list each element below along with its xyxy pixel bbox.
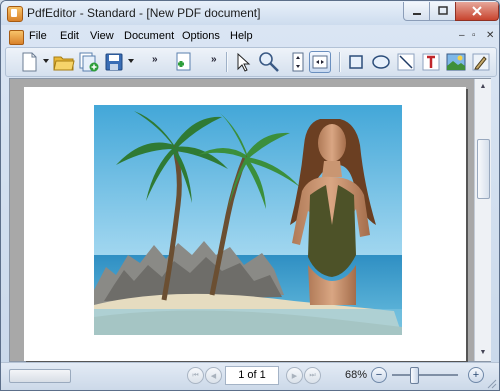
menu-document[interactable]: Document	[124, 30, 174, 42]
app-window: PdfEditor - Standard - [New PDF document…	[0, 0, 500, 391]
menu-options[interactable]: Options	[182, 30, 220, 42]
toolbar-overflow-chevron-1[interactable]: »	[152, 54, 158, 65]
maximize-button[interactable]	[429, 2, 457, 21]
resize-grip-icon[interactable]	[487, 379, 497, 389]
maximize-icon	[438, 6, 448, 15]
zoom-in-button[interactable]: +	[468, 367, 484, 383]
pdf-page[interactable]	[24, 87, 466, 361]
title-bar[interactable]: PdfEditor - Standard - [New PDF document…	[1, 1, 499, 25]
menu-help[interactable]: Help	[230, 30, 253, 42]
window-title: PdfEditor - Standard - [New PDF document…	[27, 6, 261, 20]
new-document-button[interactable]	[18, 51, 40, 73]
rectangle-icon	[349, 55, 363, 69]
fit-height-icon	[292, 52, 304, 72]
new-document-icon	[22, 52, 37, 72]
new-document-dropdown-arrow[interactable]	[43, 59, 49, 63]
minimize-icon	[413, 13, 421, 15]
progress-bar	[9, 369, 71, 383]
toolbar: » »	[5, 47, 497, 77]
scrollbar-thumb[interactable]	[477, 139, 490, 199]
close-button[interactable]	[455, 2, 499, 21]
save-button[interactable]	[103, 51, 125, 73]
document-image[interactable]	[94, 105, 402, 335]
document-area[interactable]: ▲ ▼	[9, 78, 491, 362]
mdi-restore-button[interactable]: ▫	[472, 30, 476, 41]
add-pages-icon	[79, 52, 99, 72]
insert-page-icon	[176, 52, 191, 71]
toolbar-separator-2	[339, 52, 341, 72]
pen-tool-button[interactable]	[470, 51, 492, 73]
menu-edit[interactable]: Edit	[60, 30, 79, 42]
menu-bar: File Edit View Document Options Help ‒ ▫…	[5, 28, 495, 46]
open-button[interactable]	[53, 51, 75, 73]
mdi-close-button[interactable]: ✕	[486, 30, 494, 41]
document-menu-icon[interactable]	[9, 30, 24, 45]
select-tool-button[interactable]	[232, 51, 254, 73]
zoom-level: 68%	[345, 369, 368, 381]
zoom-slider-thumb[interactable]	[410, 367, 420, 384]
last-page-button[interactable]: ⏭	[304, 367, 321, 384]
page-number-field[interactable]: 1 of 1	[225, 366, 279, 385]
fit-width-button[interactable]	[309, 51, 331, 73]
line-icon	[397, 53, 415, 71]
app-icon	[7, 6, 23, 22]
arrow-cursor-icon	[237, 52, 251, 72]
previous-page-button[interactable]: ◀	[205, 367, 222, 384]
pen-icon	[472, 53, 490, 71]
status-bar: ⏮ ◀ 1 of 1 ▶ ⏭ 68% − +	[1, 362, 499, 390]
next-page-button[interactable]: ▶	[286, 367, 303, 384]
save-icon	[105, 53, 123, 71]
folder-icon	[53, 56, 75, 71]
text-tool-button[interactable]	[420, 51, 442, 73]
close-icon	[472, 6, 482, 16]
zoom-slider[interactable]	[392, 374, 458, 376]
first-page-button[interactable]: ⏮	[187, 367, 204, 384]
add-pages-button[interactable]	[78, 51, 100, 73]
image-tool-button[interactable]	[445, 51, 467, 73]
image-icon	[446, 53, 466, 71]
minimize-button[interactable]	[403, 2, 431, 21]
save-dropdown-arrow[interactable]	[128, 59, 134, 63]
rectangle-tool-button[interactable]	[345, 51, 367, 73]
vertical-scrollbar[interactable]: ▲ ▼	[474, 79, 491, 361]
ellipse-tool-button[interactable]	[370, 51, 392, 73]
mdi-minimize-button[interactable]: ‒	[459, 30, 465, 41]
zoom-tool-button[interactable]	[258, 51, 280, 73]
text-icon	[422, 53, 440, 71]
ellipse-icon	[372, 55, 390, 69]
fit-width-icon	[312, 55, 328, 69]
menu-view[interactable]: View	[90, 30, 114, 42]
toolbar-overflow-chevron-2[interactable]: »	[211, 54, 217, 65]
scroll-up-button[interactable]: ▲	[476, 79, 490, 94]
zoom-out-button[interactable]: −	[371, 367, 387, 383]
menu-file[interactable]: File	[29, 30, 47, 42]
line-tool-button[interactable]	[395, 51, 417, 73]
fit-height-button[interactable]	[287, 51, 309, 73]
toolbar-separator	[226, 52, 228, 72]
scroll-down-button[interactable]: ▼	[476, 345, 490, 360]
insert-page-button[interactable]	[171, 51, 193, 73]
magnifier-icon	[259, 52, 279, 72]
